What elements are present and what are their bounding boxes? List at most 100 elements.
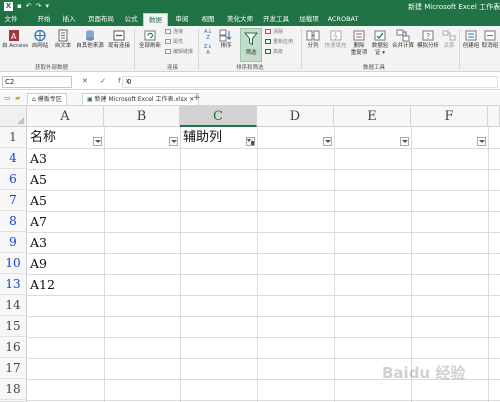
relationships-button[interactable]: 关系 bbox=[441, 29, 457, 50]
filter-dropdown-b[interactable] bbox=[169, 137, 178, 146]
relationships-icon bbox=[442, 30, 456, 41]
add-tab-icon[interactable]: + bbox=[193, 93, 201, 103]
row-header[interactable]: 16 bbox=[0, 337, 27, 358]
cell-c1[interactable]: 辅助列 bbox=[180, 127, 246, 148]
from-web-button[interactable]: 自网站 bbox=[30, 29, 50, 50]
tab-beautify-master[interactable]: 美化大师 bbox=[223, 13, 257, 26]
flash-fill-button[interactable]: 快速填充 bbox=[323, 29, 348, 50]
row-header[interactable]: 18 bbox=[0, 379, 27, 400]
remove-duplicates-button[interactable]: 删除 重复项 bbox=[349, 29, 369, 57]
filter-dropdown-c-active[interactable] bbox=[246, 137, 255, 146]
undo-icon[interactable]: ↶ bbox=[26, 2, 32, 11]
row-header[interactable]: 4 bbox=[0, 148, 27, 169]
consolidate-button[interactable]: 合并计算 bbox=[391, 29, 415, 50]
cell-a[interactable]: A3 bbox=[27, 148, 104, 169]
tab-data[interactable]: 数据 bbox=[143, 13, 168, 26]
qat-customize-icon[interactable]: ▾ bbox=[46, 2, 50, 11]
cell-a[interactable]: A3 bbox=[27, 232, 104, 253]
reapply-button[interactable]: 重新应用 bbox=[265, 39, 293, 46]
select-all-corner[interactable] bbox=[0, 106, 27, 127]
cell-a[interactable]: A12 bbox=[27, 274, 104, 295]
tab-formulas[interactable]: 公式 bbox=[121, 13, 141, 26]
split-columns-icon bbox=[306, 30, 320, 41]
sort-za-button[interactable]: Z↓ A bbox=[203, 44, 213, 56]
tab-view[interactable]: 视图 bbox=[197, 13, 219, 26]
properties-button[interactable]: 属性 bbox=[165, 39, 183, 46]
remove-duplicates-icon bbox=[353, 30, 365, 41]
formula-bar: C2 ✕ ✓ fx 0 bbox=[0, 74, 500, 90]
connections-button[interactable]: 连接 bbox=[165, 29, 183, 36]
document-tab-workbook[interactable]: ▣ 新建 Microsoft Excel 工作表.xlsx ✕ bbox=[82, 93, 200, 105]
reapply-icon bbox=[265, 39, 271, 44]
excel-file-icon: ▣ bbox=[87, 96, 95, 103]
cell-a[interactable]: A5 bbox=[27, 169, 104, 190]
tab-developer[interactable]: 开发工具 bbox=[260, 13, 292, 26]
row-header[interactable]: 10 bbox=[0, 253, 27, 274]
cell-a[interactable]: A7 bbox=[27, 211, 104, 232]
row-header[interactable]: 8 bbox=[0, 211, 27, 232]
column-header-e[interactable]: E bbox=[334, 106, 411, 127]
tab-insert[interactable]: 插入 bbox=[59, 13, 79, 26]
sort-button[interactable]: 排序 bbox=[216, 29, 236, 50]
row-header[interactable]: 17 bbox=[0, 358, 27, 379]
column-header-a[interactable]: A bbox=[27, 106, 104, 127]
save-icon[interactable]: ▪ bbox=[17, 2, 22, 11]
sort-az-button[interactable]: A↓ Z bbox=[203, 29, 213, 41]
text-to-columns-button[interactable]: 分列 bbox=[304, 29, 322, 50]
sort-za-icon: Z↓ A bbox=[203, 44, 213, 56]
what-if-analysis-button[interactable]: ? 模拟分析 bbox=[416, 29, 440, 50]
ribbon-separator bbox=[134, 29, 135, 69]
consolidate-icon bbox=[396, 29, 410, 42]
document-tab-bar: ▭ ▰ ⌂ 模板专区 ▣ 新建 Microsoft Excel 工作表.xlsx… bbox=[0, 92, 500, 106]
data-validation-button[interactable]: 数据验 证 ▾ bbox=[370, 29, 390, 57]
column-header-overflow bbox=[488, 106, 500, 127]
row-header[interactable]: 15 bbox=[0, 316, 27, 337]
filter-dropdown-f[interactable] bbox=[477, 137, 486, 146]
column-header-c[interactable]: C bbox=[180, 106, 257, 127]
row-header[interactable]: 6 bbox=[0, 169, 27, 190]
refresh-all-button[interactable]: 全部刷新 bbox=[137, 29, 163, 50]
document-tab-templates[interactable]: ⌂ 模板专区 bbox=[27, 93, 67, 105]
column-header-f[interactable]: F bbox=[411, 106, 488, 127]
group-label-external-data: 获取外部数据 bbox=[35, 65, 69, 71]
access-icon: A bbox=[9, 30, 19, 41]
cell-a[interactable]: A9 bbox=[27, 253, 104, 274]
open-folder-icon[interactable]: ▰ bbox=[15, 94, 20, 102]
filter-button[interactable]: 筛选 bbox=[240, 28, 262, 62]
new-document-icon[interactable]: ▭ bbox=[4, 94, 11, 102]
tab-file[interactable]: 文件 bbox=[0, 13, 22, 26]
from-other-sources-button[interactable]: 自其他来源 bbox=[76, 29, 104, 50]
filter-dropdown-a[interactable] bbox=[93, 137, 102, 146]
from-text-button[interactable]: 自文本 bbox=[53, 29, 73, 50]
formula-input[interactable]: 0 bbox=[122, 76, 498, 88]
tab-acrobat[interactable]: ACROBAT bbox=[326, 13, 360, 26]
existing-connections-button[interactable]: 现有连接 bbox=[107, 29, 131, 50]
ribbon-separator bbox=[459, 29, 460, 69]
edit-links-button[interactable]: 编辑链接 bbox=[165, 49, 193, 56]
row-header[interactable]: 13 bbox=[0, 274, 27, 295]
tab-page-layout[interactable]: 页面布局 bbox=[84, 13, 118, 26]
name-box[interactable]: C2 bbox=[2, 76, 72, 88]
column-header-b[interactable]: B bbox=[104, 106, 180, 127]
column-header-d[interactable]: D bbox=[257, 106, 334, 127]
row-header[interactable]: 7 bbox=[0, 190, 27, 211]
advanced-filter-button[interactable]: 高级 bbox=[265, 49, 283, 56]
grid-line bbox=[27, 400, 500, 401]
watermark: Baidu 经验 bbox=[382, 364, 466, 382]
redo-icon[interactable]: ↷ bbox=[36, 2, 42, 11]
cell-a[interactable]: A5 bbox=[27, 190, 104, 211]
tab-add-ins[interactable]: 加载项 bbox=[296, 13, 322, 26]
row-header[interactable]: 14 bbox=[0, 295, 27, 316]
group-button[interactable]: 创建组 bbox=[462, 29, 480, 50]
filter-dropdown-e[interactable] bbox=[400, 137, 409, 146]
tab-review[interactable]: 审阅 bbox=[171, 13, 193, 26]
filter-dropdown-d[interactable] bbox=[323, 137, 332, 146]
row-header-1[interactable]: 1 bbox=[0, 127, 27, 148]
from-access-button[interactable]: A 自 Access bbox=[2, 29, 28, 50]
tab-home[interactable]: 开始 bbox=[33, 13, 55, 26]
cell-a1[interactable]: 名称 bbox=[27, 127, 93, 148]
clear-filter-button[interactable]: 清除 bbox=[265, 29, 283, 36]
data-validation-icon bbox=[374, 30, 386, 41]
ungroup-button[interactable]: 取消组 bbox=[481, 29, 499, 50]
row-header[interactable]: 9 bbox=[0, 232, 27, 253]
